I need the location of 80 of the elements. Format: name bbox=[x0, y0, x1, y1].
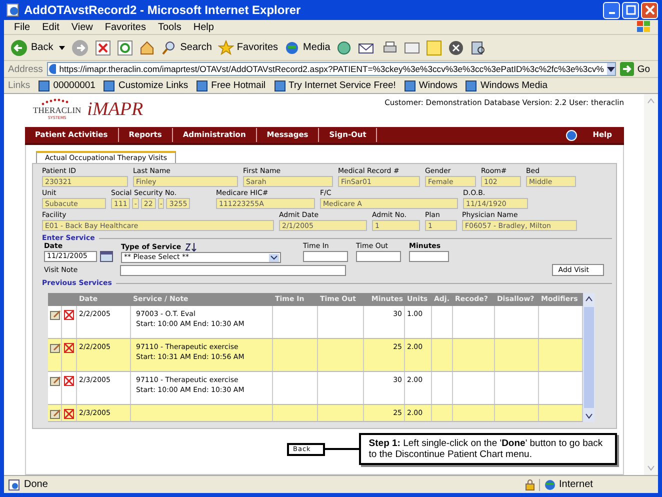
menu-item[interactable]: Edit bbox=[36, 22, 66, 32]
print-icon[interactable] bbox=[382, 40, 398, 56]
scroll-up-icon bbox=[647, 98, 655, 104]
minutes-field[interactable] bbox=[409, 251, 449, 262]
maximize-button[interactable] bbox=[622, 2, 639, 18]
messenger-icon[interactable] bbox=[448, 40, 464, 56]
scroll-down-icon bbox=[647, 465, 655, 471]
maximize-icon bbox=[626, 5, 636, 15]
arrow-icon bbox=[620, 62, 634, 76]
dropdown-button[interactable] bbox=[606, 63, 616, 75]
link-item[interactable]: 00000001 bbox=[38, 80, 96, 92]
menu-item[interactable]: View bbox=[65, 22, 99, 32]
page-icon bbox=[103, 80, 116, 92]
callout-note: Step 1: Left single-click on the 'Done' button to go back to the Discontinue Patient Chart menu. bbox=[358, 433, 617, 465]
edit-note-icon[interactable] bbox=[50, 409, 61, 420]
minimize-icon bbox=[608, 12, 614, 14]
go-button[interactable]: Go bbox=[620, 62, 658, 76]
windows-flag-icon bbox=[636, 20, 652, 34]
visit-note-field[interactable] bbox=[120, 264, 346, 276]
zone-text: Internet bbox=[559, 479, 593, 490]
page-icon bbox=[196, 80, 208, 92]
help-icon[interactable] bbox=[566, 130, 577, 140]
search-icon bbox=[161, 40, 178, 56]
edit-note-icon[interactable] bbox=[50, 310, 61, 320]
caret-icon bbox=[607, 66, 616, 72]
media-button[interactable]: Media bbox=[284, 40, 330, 56]
link-item[interactable]: Customize Links bbox=[103, 80, 188, 92]
status-text: Done bbox=[24, 479, 48, 490]
scroll-up-icon bbox=[585, 296, 593, 302]
globe-icon bbox=[284, 40, 300, 56]
time-out-field[interactable] bbox=[356, 251, 401, 262]
back-button[interactable]: Back bbox=[10, 38, 54, 56]
sort-icon[interactable] bbox=[184, 242, 198, 252]
edit-note-icon[interactable] bbox=[50, 376, 61, 386]
delete-icon[interactable] bbox=[64, 409, 74, 420]
page-icon bbox=[274, 80, 286, 92]
stop-icon[interactable] bbox=[95, 40, 112, 56]
globe-icon bbox=[544, 478, 556, 490]
history-icon[interactable] bbox=[336, 40, 352, 56]
window-title: AddOTAvstRecord2 - Microsoft Internet Explorer bbox=[24, 3, 301, 17]
close-icon bbox=[644, 5, 654, 15]
caret-icon bbox=[269, 254, 279, 262]
link-item[interactable]: Free Hotmail bbox=[196, 80, 266, 92]
menu-item[interactable]: Help bbox=[187, 22, 220, 32]
refresh-icon[interactable] bbox=[117, 40, 134, 56]
delete-icon[interactable] bbox=[64, 310, 74, 320]
menu-item[interactable]: File bbox=[8, 22, 36, 32]
time-in-field[interactable] bbox=[303, 251, 348, 262]
link-item[interactable]: Windows bbox=[404, 80, 458, 92]
page-icon bbox=[465, 80, 478, 92]
links-label: Links bbox=[8, 80, 30, 91]
research-icon[interactable] bbox=[470, 40, 486, 56]
forward-button-icon[interactable] bbox=[71, 38, 90, 56]
favorites-button[interactable]: Favorites bbox=[218, 40, 278, 56]
edit-note-icon[interactable] bbox=[50, 342, 61, 353]
dropdown-arrow-icon[interactable] bbox=[59, 46, 66, 50]
link-item[interactable]: Windows Media bbox=[465, 80, 548, 92]
browser-page-icon bbox=[6, 3, 20, 17]
edit-icon[interactable] bbox=[404, 40, 420, 56]
page-scrollbar[interactable] bbox=[644, 94, 658, 475]
minimize-button[interactable] bbox=[603, 2, 620, 18]
menu-item[interactable]: Tools bbox=[152, 22, 188, 32]
page-icon bbox=[8, 478, 20, 490]
search-button[interactable]: Search bbox=[161, 40, 212, 56]
delete-icon[interactable] bbox=[64, 342, 74, 353]
page-icon bbox=[48, 63, 56, 75]
delete-icon[interactable] bbox=[64, 376, 74, 386]
home-icon[interactable] bbox=[139, 40, 156, 56]
table-scrollbar[interactable] bbox=[583, 293, 595, 422]
lock-icon bbox=[525, 478, 535, 490]
star-icon bbox=[218, 40, 234, 56]
address-field[interactable]: https://imapr.theraclin.com/imaprtest/OTAVst/AddOTAVstRecord2.aspx?PATIENT=%3ckey%3e%3ccv%3e%3cc%3ePatID%3c%2fc%3e%3cv% bbox=[46, 62, 616, 76]
menu-item[interactable]: Favorites bbox=[98, 22, 152, 32]
link-item[interactable]: Try Internet Service Free! bbox=[274, 80, 396, 92]
address-label: Address bbox=[8, 64, 43, 74]
close-button[interactable] bbox=[641, 2, 658, 18]
page-icon bbox=[404, 80, 416, 92]
calendar-icon[interactable] bbox=[100, 251, 113, 262]
page-icon bbox=[38, 80, 50, 92]
scroll-down-icon bbox=[585, 413, 593, 419]
